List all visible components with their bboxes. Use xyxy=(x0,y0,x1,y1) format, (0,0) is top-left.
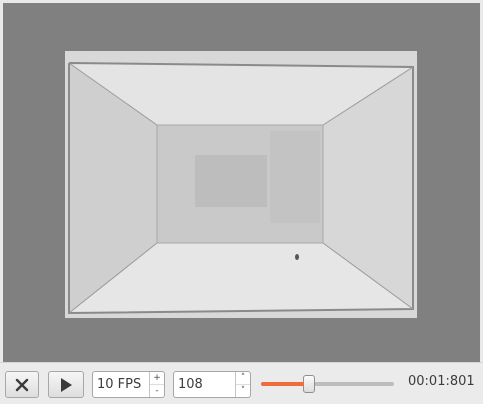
video-frame-image xyxy=(65,51,417,318)
play-triangle-icon xyxy=(61,377,72,392)
playback-time: 00:01:801 xyxy=(408,374,475,389)
close-x-icon xyxy=(15,378,29,391)
fps-decrement-button[interactable]: - xyxy=(150,384,164,397)
video-frame xyxy=(65,51,417,318)
seek-handle[interactable] xyxy=(302,375,315,393)
fps-increment-button[interactable]: + xyxy=(150,372,164,384)
play-button[interactable] xyxy=(48,371,84,398)
seek-slider[interactable] xyxy=(261,375,394,393)
fps-stepper: + - xyxy=(149,372,164,397)
close-button[interactable] xyxy=(5,371,39,398)
frame-number-value[interactable]: 108 xyxy=(174,372,235,397)
seek-progress-fill xyxy=(261,382,309,386)
frame-spinbox[interactable]: 108 ˄ ˅ xyxy=(173,371,251,398)
frame-stepper: ˄ ˅ xyxy=(235,372,250,397)
fps-value[interactable]: 10 FPS xyxy=(93,372,149,397)
frame-down-button[interactable]: ˅ xyxy=(236,384,250,397)
fps-spinbox[interactable]: 10 FPS + - xyxy=(92,371,165,398)
frame-up-button[interactable]: ˄ xyxy=(236,372,250,384)
video-viewport xyxy=(3,3,480,362)
playback-toolbar: 10 FPS + - 108 ˄ ˅ 00:01:801 xyxy=(0,362,483,404)
